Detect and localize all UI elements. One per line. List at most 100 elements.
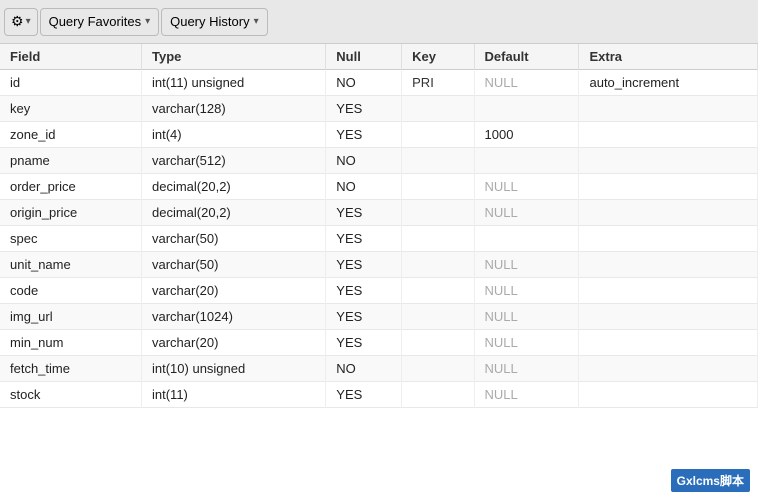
cell-key [402,148,474,174]
cell-key [402,252,474,278]
table-row: unit_namevarchar(50)YESNULL [0,252,758,278]
cell-key [402,96,474,122]
table-row: specvarchar(50)YES [0,226,758,252]
cell-null: YES [326,96,402,122]
cell-null: YES [326,382,402,408]
table-row: origin_pricedecimal(20,2)YESNULL [0,200,758,226]
col-header-field: Field [0,44,142,70]
cell-extra [579,122,758,148]
cell-default: NULL [474,382,579,408]
cell-extra [579,356,758,382]
history-dropdown-arrow: ▾ [254,16,259,27]
cell-default: 1000 [474,122,579,148]
cell-field: img_url [0,304,142,330]
col-header-null: Null [326,44,402,70]
cell-extra [579,226,758,252]
cell-key [402,226,474,252]
cell-null: YES [326,278,402,304]
cell-extra [579,252,758,278]
cell-type: varchar(512) [142,148,326,174]
cell-key [402,200,474,226]
table-row: zone_idint(4)YES 1000 [0,122,758,148]
table-row: codevarchar(20)YES NULL [0,278,758,304]
cell-type: varchar(20) [142,330,326,356]
gear-icon: ⚙ [11,13,24,30]
table-row: pnamevarchar(512)NO [0,148,758,174]
cell-field: id [0,70,142,96]
cell-extra [579,304,758,330]
cell-type: int(4) [142,122,326,148]
cell-null: NO [326,148,402,174]
table-container: Field Type Null Key Default Extra idint(… [0,44,758,500]
table-row: keyvarchar(128)YES [0,96,758,122]
cell-field: origin_price [0,200,142,226]
table-row: order_pricedecimal(20,2)NO NULL [0,174,758,200]
cell-extra: auto_increment [579,70,758,96]
cell-extra [579,148,758,174]
cell-key [402,356,474,382]
cell-null: YES [326,226,402,252]
cell-field: pname [0,148,142,174]
table-row: img_urlvarchar(1024)YES NULL [0,304,758,330]
col-header-default: Default [474,44,579,70]
cell-default: NULL [474,174,579,200]
cell-type: varchar(1024) [142,304,326,330]
cell-type: int(11) unsigned [142,70,326,96]
cell-extra [579,330,758,356]
cell-type: int(11) [142,382,326,408]
cell-default: NULL [474,330,579,356]
table-header-row: Field Type Null Key Default Extra [0,44,758,70]
cell-key [402,278,474,304]
cell-type: varchar(128) [142,96,326,122]
cell-field: stock [0,382,142,408]
cell-type: decimal(20,2) [142,174,326,200]
cell-key: PRI [402,70,474,96]
query-favorites-label: Query Favorites [49,14,141,29]
cell-default [474,148,579,174]
cell-default: NULL [474,304,579,330]
cell-extra [579,278,758,304]
col-header-type: Type [142,44,326,70]
cell-type: varchar(50) [142,226,326,252]
cell-field: min_num [0,330,142,356]
cell-field: zone_id [0,122,142,148]
toolbar: ⚙ ▾ Query Favorites ▾ Query History ▾ [0,0,758,44]
watermark: Gxlcms脚本 [671,469,750,492]
cell-field: fetch_time [0,356,142,382]
query-history-button[interactable]: Query History ▾ [161,8,268,36]
col-header-extra: Extra [579,44,758,70]
cell-extra [579,174,758,200]
col-header-key: Key [402,44,474,70]
cell-null: YES [326,304,402,330]
cell-key [402,382,474,408]
cell-default: NULL [474,278,579,304]
cell-null: NO [326,356,402,382]
cell-null: NO [326,70,402,96]
gear-button[interactable]: ⚙ ▾ [4,8,38,36]
cell-default: NULL [474,70,579,96]
cell-null: YES [326,330,402,356]
cell-null: YES [326,122,402,148]
query-favorites-button[interactable]: Query Favorites ▾ [40,8,160,36]
cell-extra [579,382,758,408]
cell-key [402,122,474,148]
cell-default: NULL [474,200,579,226]
cell-type: decimal(20,2) [142,200,326,226]
cell-null: YES [326,252,402,278]
cell-key [402,174,474,200]
schema-table: Field Type Null Key Default Extra idint(… [0,44,758,408]
cell-default [474,96,579,122]
cell-extra [579,200,758,226]
cell-default: NULL [474,252,579,278]
cell-field: unit_name [0,252,142,278]
cell-field: key [0,96,142,122]
cell-default: NULL [474,356,579,382]
cell-field: order_price [0,174,142,200]
cell-null: NO [326,174,402,200]
cell-type: varchar(20) [142,278,326,304]
cell-field: code [0,278,142,304]
table-row: fetch_timeint(10) unsignedNONULL [0,356,758,382]
cell-default [474,226,579,252]
cell-extra [579,96,758,122]
query-history-label: Query History [170,14,249,29]
